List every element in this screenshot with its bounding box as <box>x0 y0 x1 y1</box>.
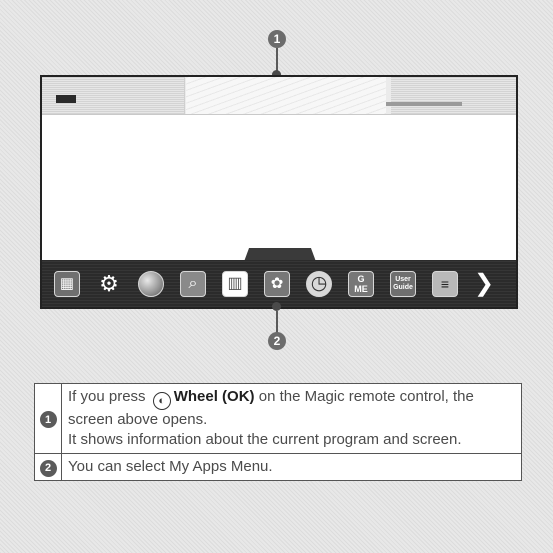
callout-anchor-2 <box>272 302 281 311</box>
smart-share-icon[interactable]: ▥ <box>222 270 248 297</box>
premium-icon[interactable]: ≡ <box>432 270 458 297</box>
settings-gear-icon[interactable]: ⚙ <box>96 271 122 297</box>
legend-text-1-line2: It shows information about the current p… <box>68 431 462 448</box>
channel-info-panel <box>42 77 185 114</box>
game-label-bottom: ME <box>354 283 368 294</box>
callout-number-1: 1 <box>273 32 281 46</box>
legend-description-1: If you press ◐ Wheel (OK) on the Magic re… <box>61 383 522 454</box>
legend-table: 1 If you press ◐ Wheel (OK) on the Magic … <box>34 383 522 481</box>
callout-line-1 <box>276 48 278 72</box>
tv-screen: ▦ ⚙ ⌕ ▥ ✿ ◷ G ME User Guide ≡ ❯ <box>40 75 518 309</box>
wheel-ok-label: Wheel (OK) <box>173 388 255 405</box>
app-store-icon[interactable]: ✿ <box>264 270 290 297</box>
clock-icon[interactable]: ◷ <box>306 270 332 297</box>
legend-text-1-part1: If you press <box>68 388 146 405</box>
legend-number-cell-1: 1 <box>34 383 62 454</box>
user-guide-icon[interactable]: User Guide <box>390 270 416 297</box>
legend-number-cell-2: 2 <box>34 453 62 481</box>
tv-app-icon[interactable]: ▦ <box>54 270 80 297</box>
game-icon[interactable]: G ME <box>348 270 374 297</box>
program-title-panel <box>186 77 386 114</box>
legend-description-2: You can select My Apps Menu. <box>61 453 522 481</box>
legend-number-2: 2 <box>39 459 57 477</box>
channel-badge <box>56 95 76 103</box>
search-icon[interactable]: ⌕ <box>180 270 206 297</box>
progress-meter <box>386 102 462 106</box>
callout-number-2: 2 <box>273 334 281 348</box>
globe-icon[interactable] <box>138 270 164 297</box>
wheel-ok-icon: ◐ <box>152 392 171 410</box>
legend-row-2: 2 You can select My Apps Menu. <box>34 453 522 481</box>
legend-number-1: 1 <box>39 411 57 428</box>
user-guide-label-1: User <box>395 275 411 283</box>
user-guide-label-2: Guide <box>393 283 413 291</box>
program-info-bar[interactable] <box>42 77 516 115</box>
callout-marker-2: 2 <box>268 332 286 350</box>
game-label-top: G <box>357 273 365 284</box>
my-apps-launcher: ▦ ⚙ ⌕ ▥ ✿ ◷ G ME User Guide ≡ ❯ <box>42 260 516 307</box>
next-arrow-icon[interactable]: ❯ <box>474 271 494 296</box>
legend-text-2: You can select My Apps Menu. <box>68 458 273 475</box>
manual-page: 1 ▦ ⚙ ⌕ ▥ ✿ ◷ G ME User Guide ≡ ❯ 2 1 If… <box>0 0 553 553</box>
time-info-panel <box>386 77 516 114</box>
legend-row-1: 1 If you press ◐ Wheel (OK) on the Magic … <box>34 383 522 454</box>
callout-marker-1: 1 <box>268 30 286 48</box>
